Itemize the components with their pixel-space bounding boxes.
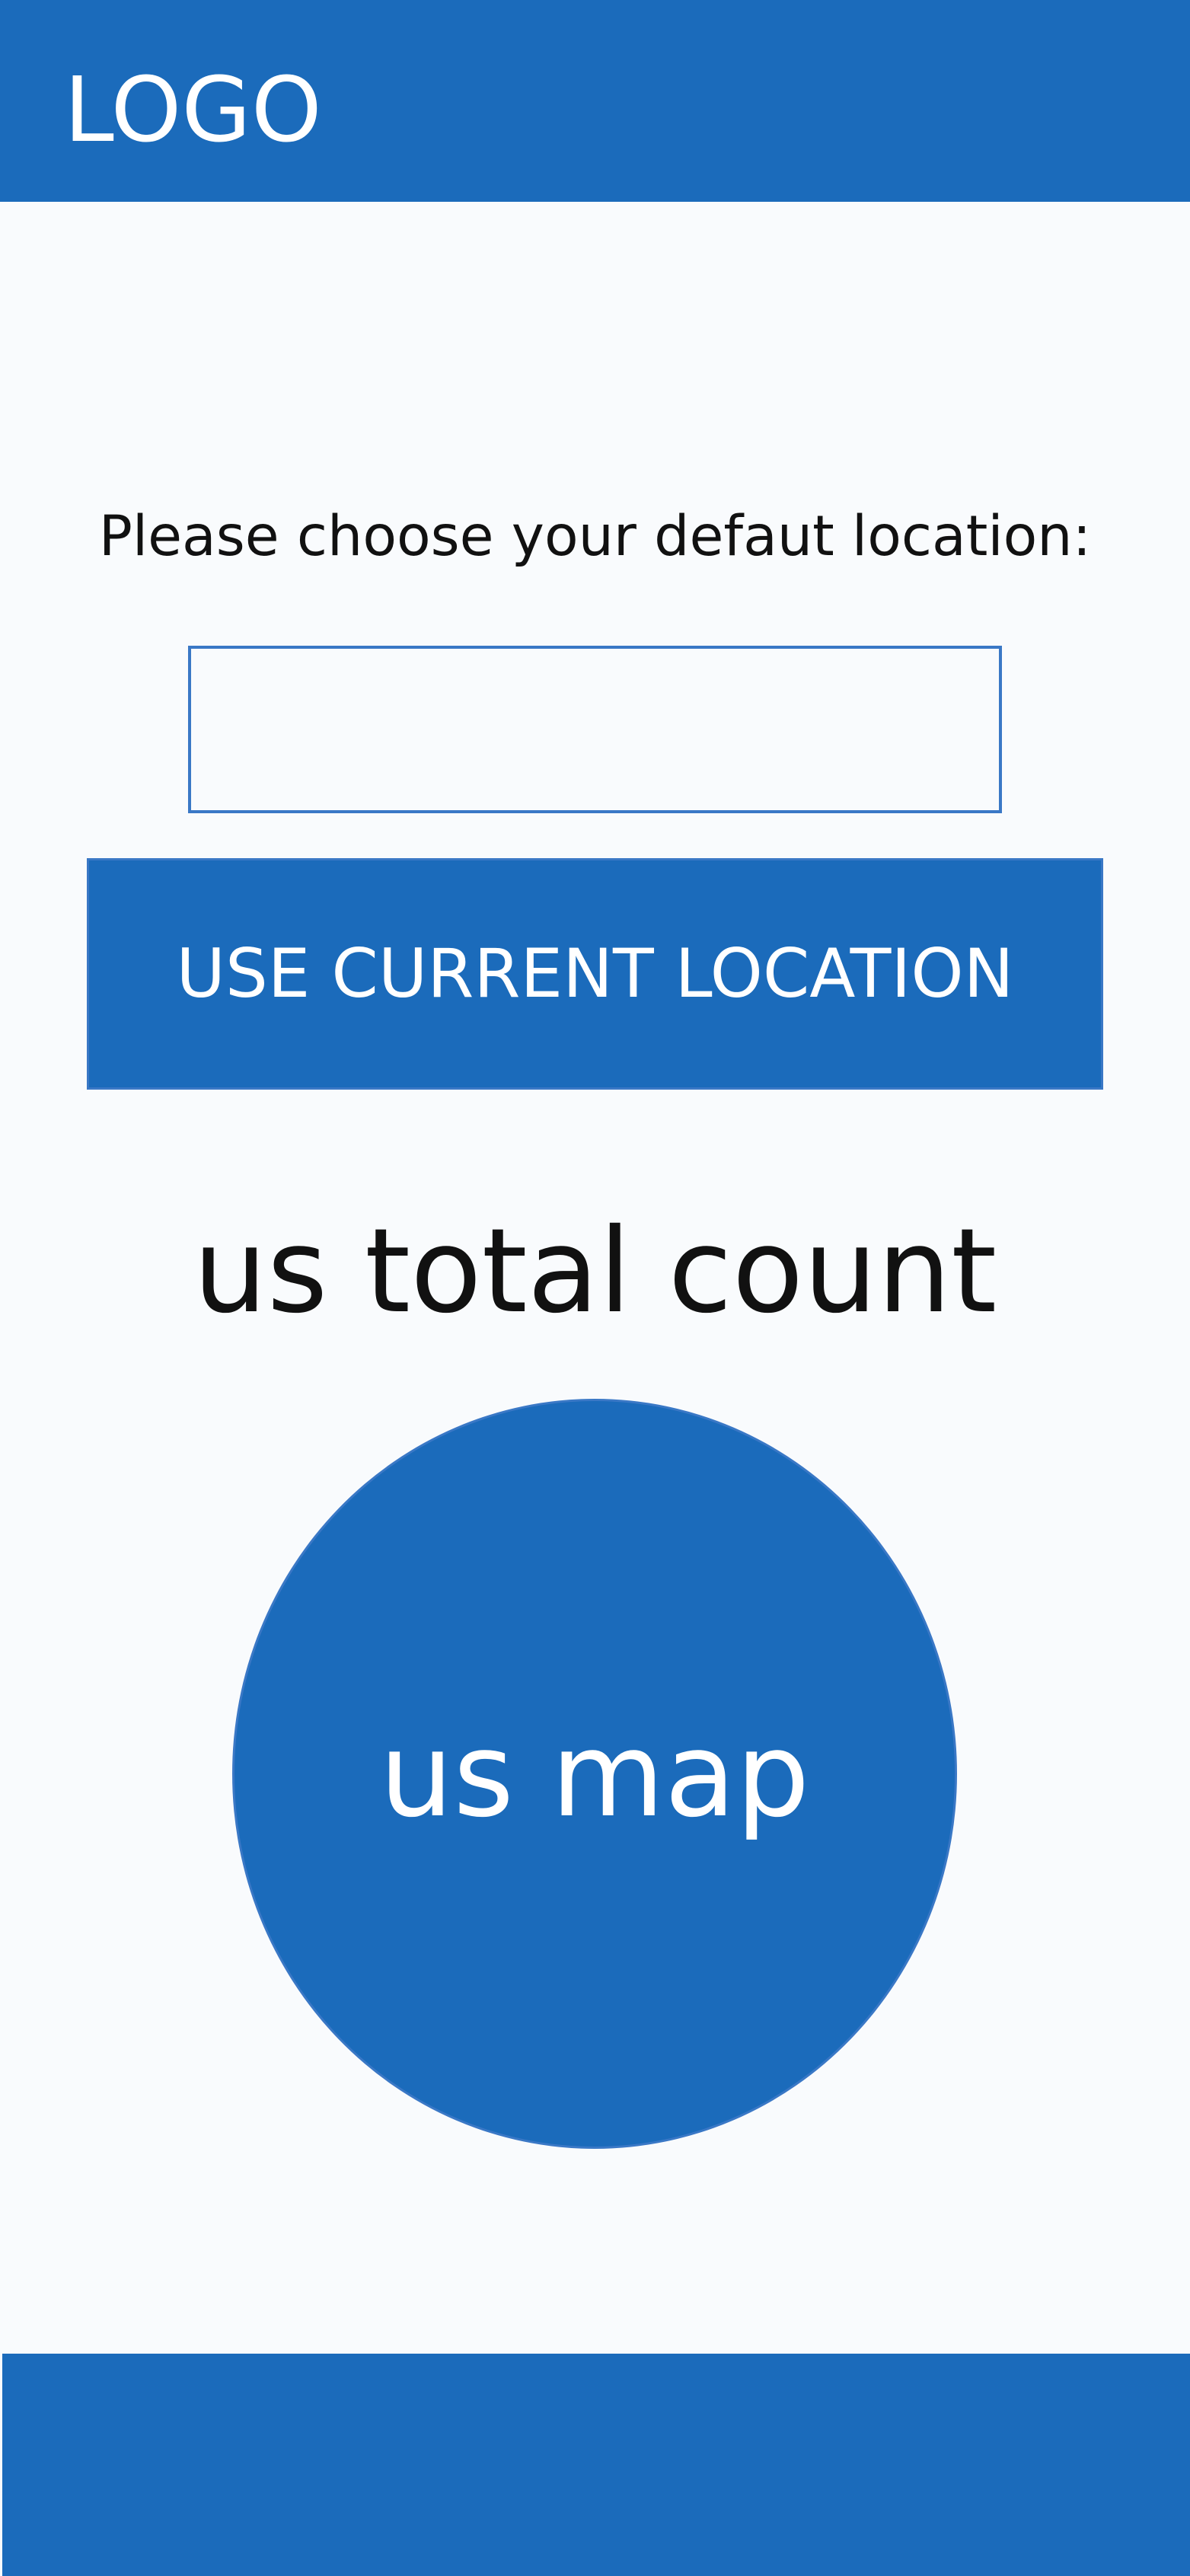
location-input[interactable] (188, 646, 1002, 813)
us-map[interactable]: us map (232, 1399, 957, 2149)
app-header: LOGO (0, 0, 1190, 202)
location-prompt: Please choose your defaut location: (98, 504, 1092, 569)
us-total-count: us total count (193, 1204, 997, 1339)
us-map-label: us map (379, 1708, 810, 1843)
app-footer (2, 2354, 1190, 2576)
use-current-location-button[interactable]: USE CURRENT LOCATION (87, 858, 1103, 1090)
logo[interactable]: LOGO (64, 0, 322, 219)
